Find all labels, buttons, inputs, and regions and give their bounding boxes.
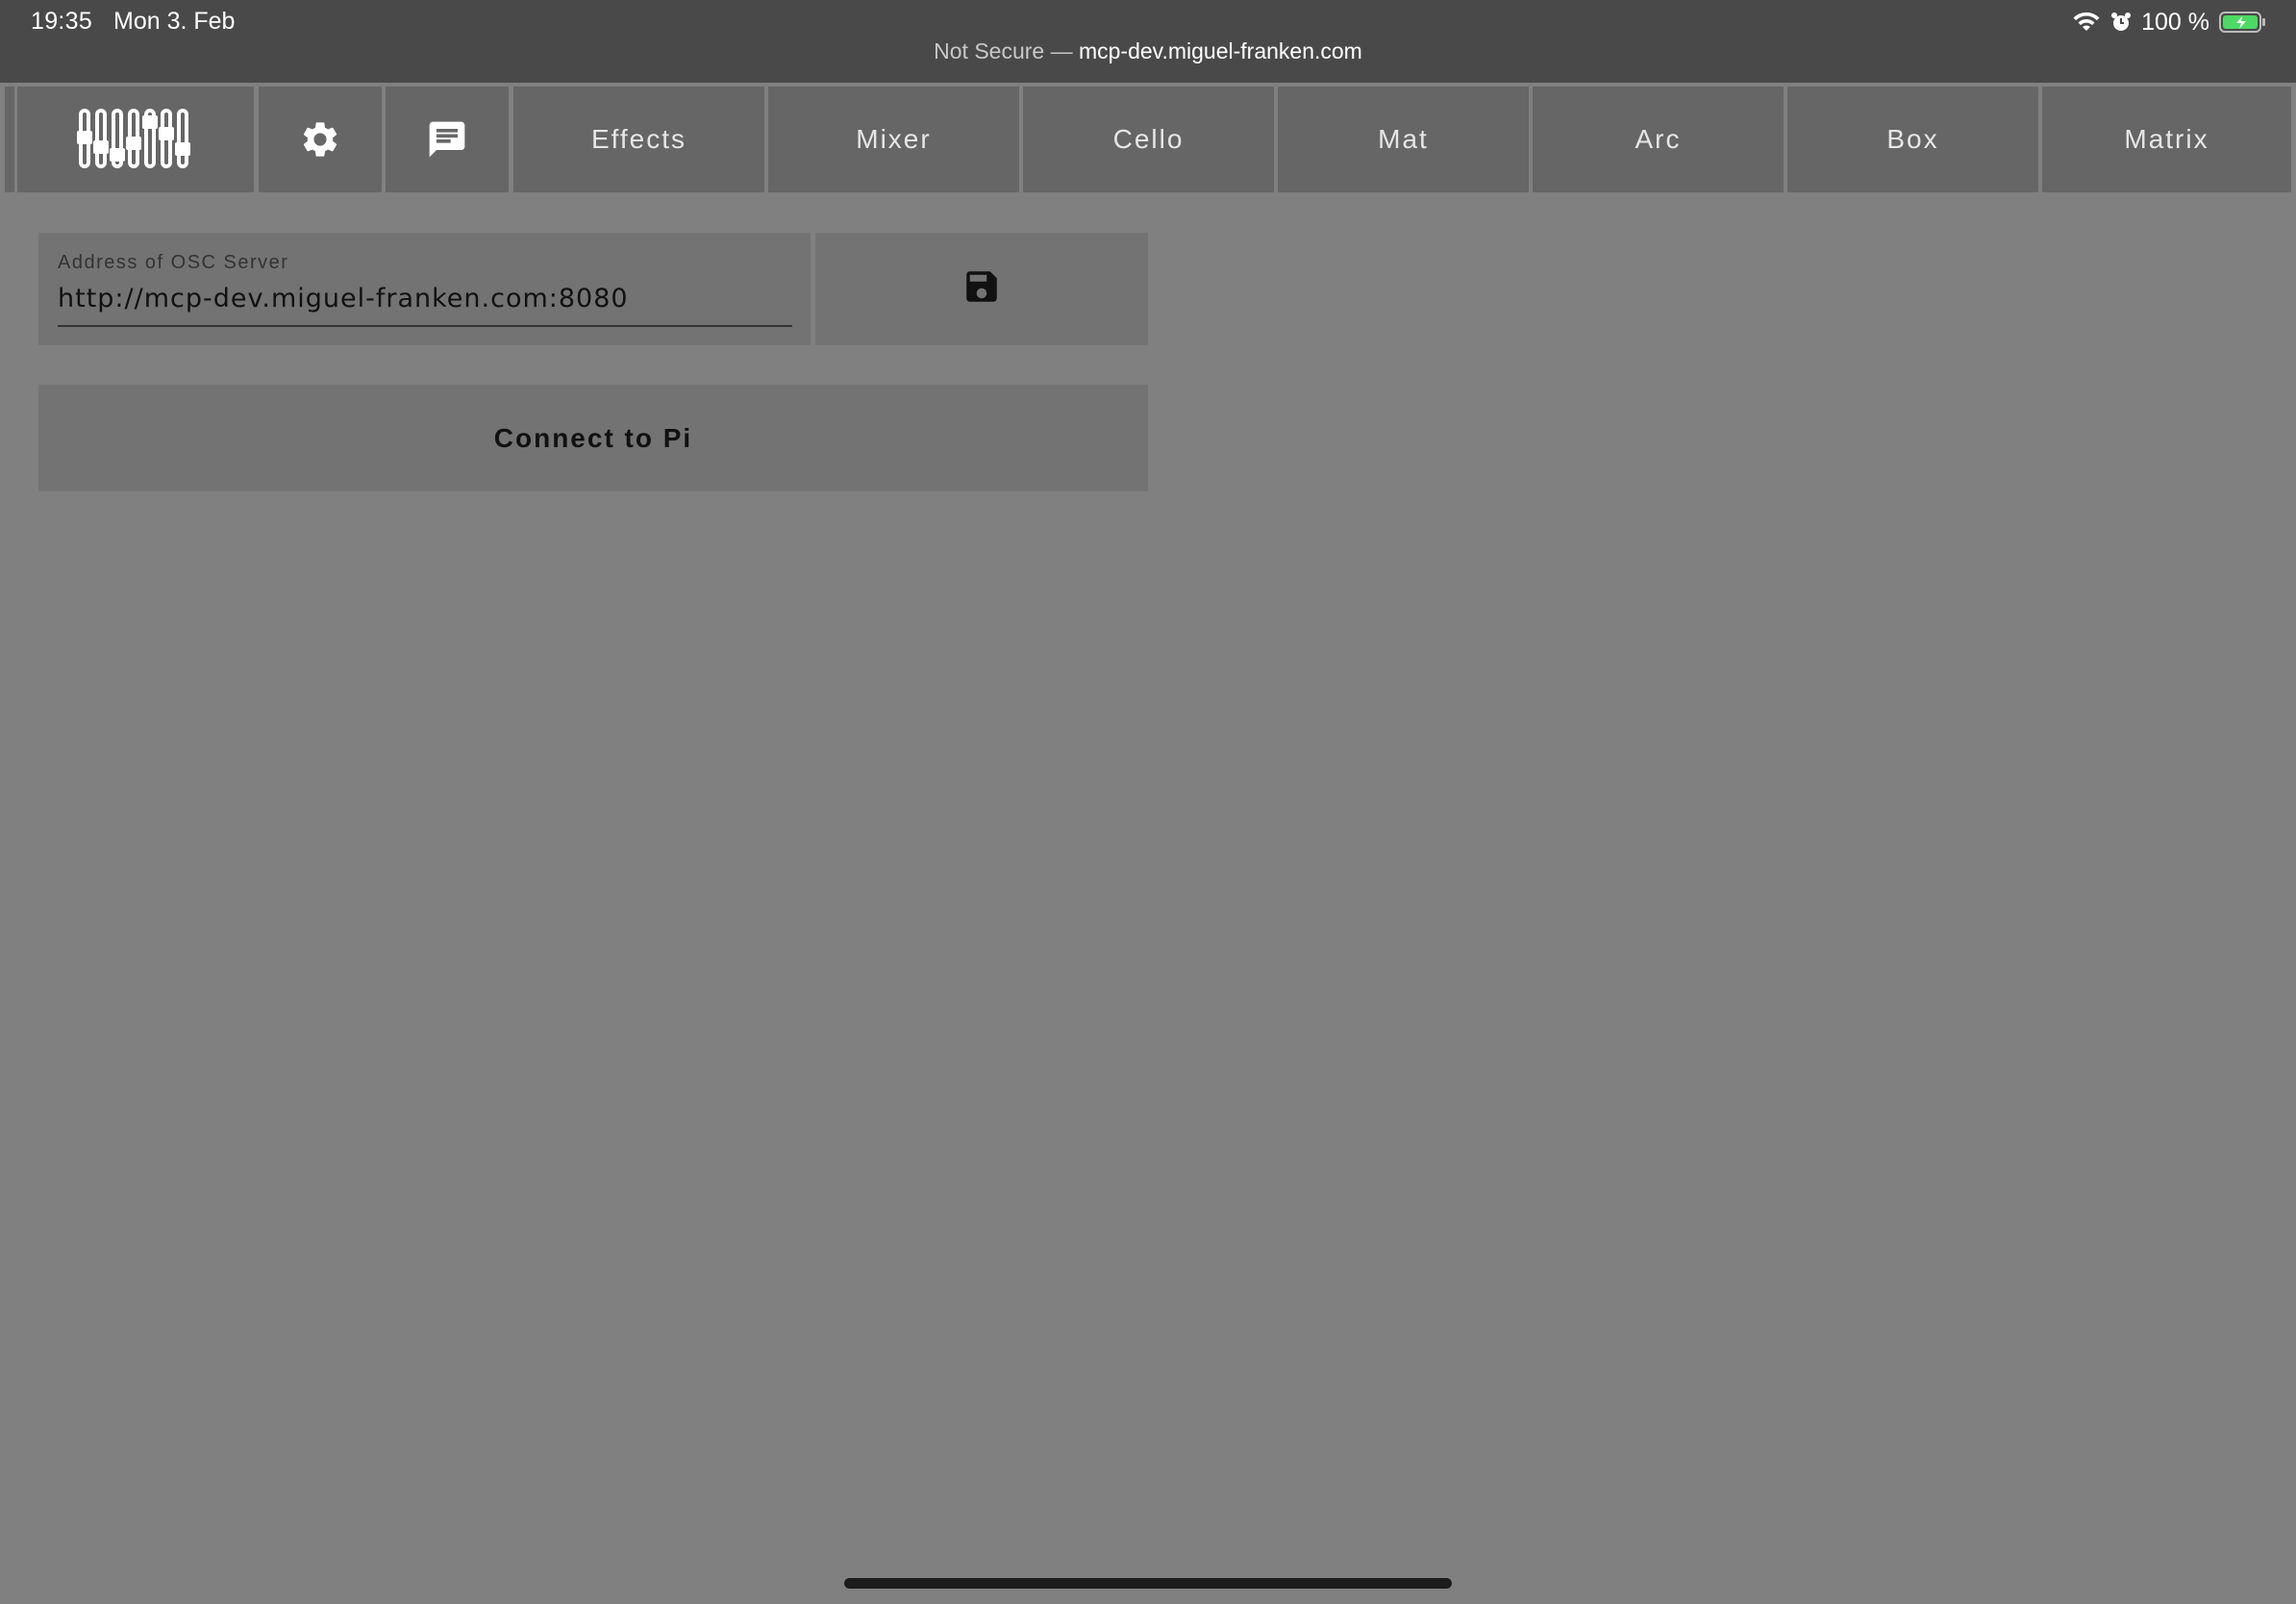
- wifi-icon: [2072, 12, 2101, 33]
- connect-label: Connect to Pi: [493, 422, 693, 453]
- nav-bar: Effects Mixer Cello Mat Arc Box Matrix: [0, 83, 2296, 195]
- tab-box[interactable]: Box: [1787, 87, 2038, 192]
- input-underline: [58, 325, 792, 327]
- battery-percentage: 100 %: [2141, 8, 2209, 36]
- tab-cello[interactable]: Cello: [1023, 87, 1274, 192]
- osc-address-input[interactable]: [58, 281, 792, 315]
- chat-icon: [426, 118, 468, 161]
- nav-left-edge: [5, 87, 14, 192]
- home-indicator[interactable]: [844, 1578, 1452, 1589]
- save-button[interactable]: [815, 233, 1148, 345]
- alarm-icon: [2110, 12, 2132, 33]
- connect-to-pi-button[interactable]: Connect to Pi: [38, 385, 1148, 491]
- tab-arc[interactable]: Arc: [1533, 87, 1784, 192]
- tab-matrix[interactable]: Matrix: [2042, 87, 2291, 192]
- gear-icon: [299, 118, 341, 161]
- messages-button[interactable]: [386, 87, 509, 192]
- tab-effects[interactable]: Effects: [513, 87, 764, 192]
- osc-address-label: Address of OSC Server: [58, 252, 289, 273]
- status-date: Mon 3. Feb: [113, 8, 236, 35]
- battery-icon: [2219, 11, 2267, 34]
- nav-logo-button[interactable]: [17, 87, 254, 192]
- osc-address-field: Address of OSC Server: [38, 233, 811, 345]
- settings-button[interactable]: [259, 87, 382, 192]
- mixer-faders-icon: [76, 108, 195, 171]
- floppy-disk-icon: [961, 266, 1002, 312]
- status-icons: 100 %: [2072, 8, 2267, 37]
- url-bar[interactable]: Not Secure — mcp-dev.miguel-franken.com: [0, 38, 2296, 64]
- status-time: 19:35: [31, 8, 93, 35]
- security-label: Not Secure —: [934, 38, 1073, 63]
- tab-mixer[interactable]: Mixer: [768, 87, 1019, 192]
- url-domain: mcp-dev.miguel-franken.com: [1078, 38, 1362, 63]
- tab-mat[interactable]: Mat: [1278, 87, 1529, 192]
- status-bar: 19:35 Mon 3. Feb Not Secure — mcp-dev.mi…: [0, 0, 2296, 83]
